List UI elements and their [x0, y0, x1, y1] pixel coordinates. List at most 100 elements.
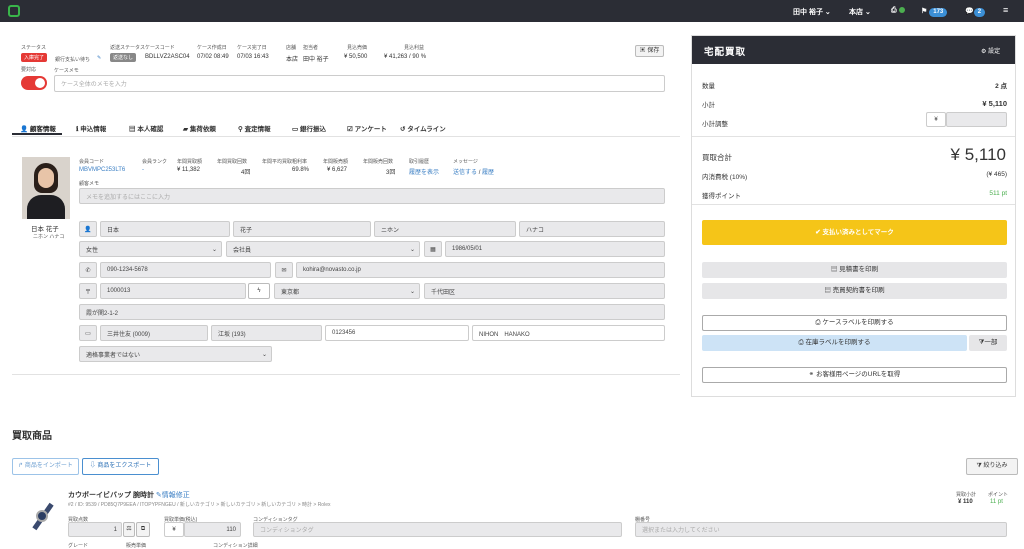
member-code[interactable]: MBVMPC253LT6 — [79, 167, 125, 173]
download-icon: ⇩ — [89, 463, 96, 469]
sales-count: 3回 — [386, 170, 396, 176]
filter-button[interactable]: ⧩ 絞り込み — [966, 458, 1018, 475]
customer-memo-input[interactable]: メモを追加するにはここに入力 — [79, 188, 665, 204]
tax-value: (¥ 465) — [986, 171, 1007, 178]
save-button[interactable]: ▣ 保存 — [635, 45, 664, 57]
chat-notifications[interactable]: 💬 2 — [965, 7, 986, 17]
document-icon: ▤ — [830, 266, 838, 273]
hamburger-menu-icon[interactable]: ≡ — [1003, 5, 1008, 15]
panel-header: 宅配買取 ⚙ 設定 — [692, 36, 1015, 64]
bank-status-text: 銀行支払い待ち — [55, 57, 91, 63]
email-input[interactable]: kohira@novasto.co.jp — [296, 262, 665, 278]
search-icon: ⚲ — [238, 126, 243, 133]
first-name-input[interactable]: 花子 — [233, 221, 371, 237]
print-contract-button[interactable]: ▤ 売買契約書を印刷 — [702, 283, 1007, 299]
points-value: 511 pt — [989, 190, 1007, 197]
edit-pencil-icon[interactable]: ✎ — [97, 55, 101, 61]
condition-tag-input[interactable]: コンディションタグ — [253, 522, 622, 537]
tab-divider — [12, 136, 680, 137]
print-stock-label-button[interactable]: ⎙ 在庫ラベルを印刷する — [702, 335, 967, 351]
zip-lookup-button[interactable]: ϟ — [248, 283, 270, 299]
yearly-count-label: 年間買取回数 — [217, 159, 248, 165]
tab-application[interactable]: ℹ 申込情報 — [76, 123, 106, 133]
completed-date: 07/03 16:43 — [237, 54, 269, 60]
message-links: 送信する / 履歴 — [453, 170, 495, 176]
yearly-count: 4回 — [241, 170, 251, 176]
adjust-input[interactable] — [946, 112, 1007, 127]
mark-paid-button[interactable]: ✔ 支払い済みとしてマーク — [702, 220, 1007, 245]
return-status-badge[interactable]: 返送なし — [110, 53, 137, 62]
top-navigation-bar: 田中 裕子 ⌄ 本店 ⌄ ⎙ ⚑ 173 💬 2 ≡ — [0, 0, 1024, 22]
tab-bank-transfer[interactable]: ▭ 銀行振込 — [292, 123, 326, 133]
first-kana-input[interactable]: ハナコ — [519, 221, 665, 237]
sales-amount-label: 年間販売額 — [323, 159, 349, 165]
branch-input[interactable]: 江坂 (193) — [211, 325, 322, 341]
message-history-link[interactable]: 履歴 — [482, 170, 494, 176]
print-status[interactable]: ⎙ — [891, 7, 905, 15]
tab-survey[interactable]: ☑ アンケート — [347, 123, 387, 133]
zip-input[interactable]: 1000013 — [100, 283, 246, 299]
account-input[interactable]: 0123456 — [325, 325, 469, 341]
customer-kana: ニホン ハナコ — [33, 234, 65, 240]
items-section-title: 買取商品 — [12, 431, 52, 442]
completed-label: ケース完了日 — [237, 45, 267, 51]
invoice-select[interactable]: 適格事業者ではない ⌄ — [79, 346, 272, 362]
import-items-button[interactable]: ↱ 商品をインポート — [12, 458, 79, 475]
app-logo-icon[interactable] — [8, 5, 20, 17]
price-prefix: ¥ — [164, 522, 184, 537]
bank-input[interactable]: 三井住友 (0009) — [100, 325, 208, 341]
edit-product-link[interactable]: ✎情報修正 — [156, 492, 190, 499]
staff-value[interactable]: 田中 裕子 — [303, 54, 329, 63]
tab-timeline[interactable]: ↺ タイムライン — [400, 123, 446, 133]
estimated-profit: ¥ 41,263 / 90 % — [384, 54, 427, 60]
copy-icon[interactable]: ⧉ — [136, 522, 150, 537]
tab-customer-info[interactable]: 👤 顧客情報 — [20, 123, 56, 133]
print-case-label-button[interactable]: ⎙ ケースラベルを印刷する — [702, 315, 1007, 331]
message-send-link[interactable]: 送信する — [453, 170, 477, 176]
store-menu[interactable]: 本店 ⌄ — [849, 7, 871, 17]
points-row: 獲得ポイント 511 pt — [702, 190, 1007, 200]
item-subtotal: ¥ 110 — [958, 499, 973, 505]
settings-button[interactable]: ⚙ 設定 — [981, 46, 1000, 55]
price-input[interactable]: 110 — [184, 522, 241, 537]
photo-body — [27, 195, 65, 219]
subtotal-row: 小計 ¥ 5,110 — [702, 99, 1007, 109]
customer-photo — [22, 157, 70, 219]
history-link[interactable]: 履歴を表示 — [409, 167, 439, 176]
urgent-toggle[interactable] — [21, 76, 47, 90]
tab-pickup[interactable]: ▰ 集荷依頼 — [183, 123, 216, 133]
phone-input[interactable]: 090-1234-5678 — [100, 262, 271, 278]
user-menu[interactable]: 田中 裕子 ⌄ — [793, 7, 831, 17]
count-input[interactable]: 1 — [68, 522, 122, 537]
case-memo-input[interactable]: ケース全体のメモを入力 — [54, 75, 665, 92]
staff-label: 担当者 — [303, 45, 319, 51]
filter-icon: ⧩ — [976, 463, 982, 469]
last-name-input[interactable]: 日本 — [100, 221, 230, 237]
check-icon: ✔ — [815, 229, 821, 236]
shelf-input[interactable]: 選択または入力してください — [635, 522, 1007, 537]
address-input[interactable]: 霞が関2-1-2 — [79, 304, 665, 320]
customer-url-button[interactable]: ⚭ お客様用ページのURLを取得 — [702, 367, 1007, 383]
birthday-input[interactable]: 1986/05/01 — [445, 241, 665, 257]
prefecture-select[interactable]: 東京都 ⌄ — [274, 283, 420, 299]
case-code-label: ケースコード — [145, 45, 175, 51]
scale-icon[interactable]: ⚖ — [123, 522, 135, 537]
active-tab-indicator — [12, 133, 62, 135]
print-estimate-button[interactable]: ▤ 見積書を印刷 — [702, 262, 1007, 278]
partial-filter-button[interactable]: ⧩一部 — [969, 335, 1007, 351]
export-items-button[interactable]: ⇩ 商品をエクスポート — [82, 458, 159, 475]
tab-appraisal[interactable]: ⚲ 査定情報 — [238, 123, 271, 133]
money-icon: ▭ — [292, 126, 299, 133]
gender-select[interactable]: 女性 ⌄ — [79, 241, 222, 257]
city-input[interactable]: 千代田区 — [424, 283, 665, 299]
status-badge[interactable]: 入庫完了 — [21, 53, 48, 62]
account-holder-input[interactable]: NIHON HANAKO — [472, 325, 665, 341]
occupation-select[interactable]: 会社員 ⌄ — [226, 241, 420, 257]
flag-notifications[interactable]: ⚑ 173 — [921, 7, 948, 17]
customer-memo-label: 顧客メモ — [79, 181, 100, 187]
last-kana-input[interactable]: ニホン — [374, 221, 516, 237]
panel-title: 宅配買取 — [704, 47, 747, 58]
tab-identity[interactable]: ▤ 本人確認 — [129, 123, 163, 133]
subtotal-value: ¥ 5,110 — [982, 99, 1007, 108]
store-label: 店舗 — [286, 45, 297, 51]
